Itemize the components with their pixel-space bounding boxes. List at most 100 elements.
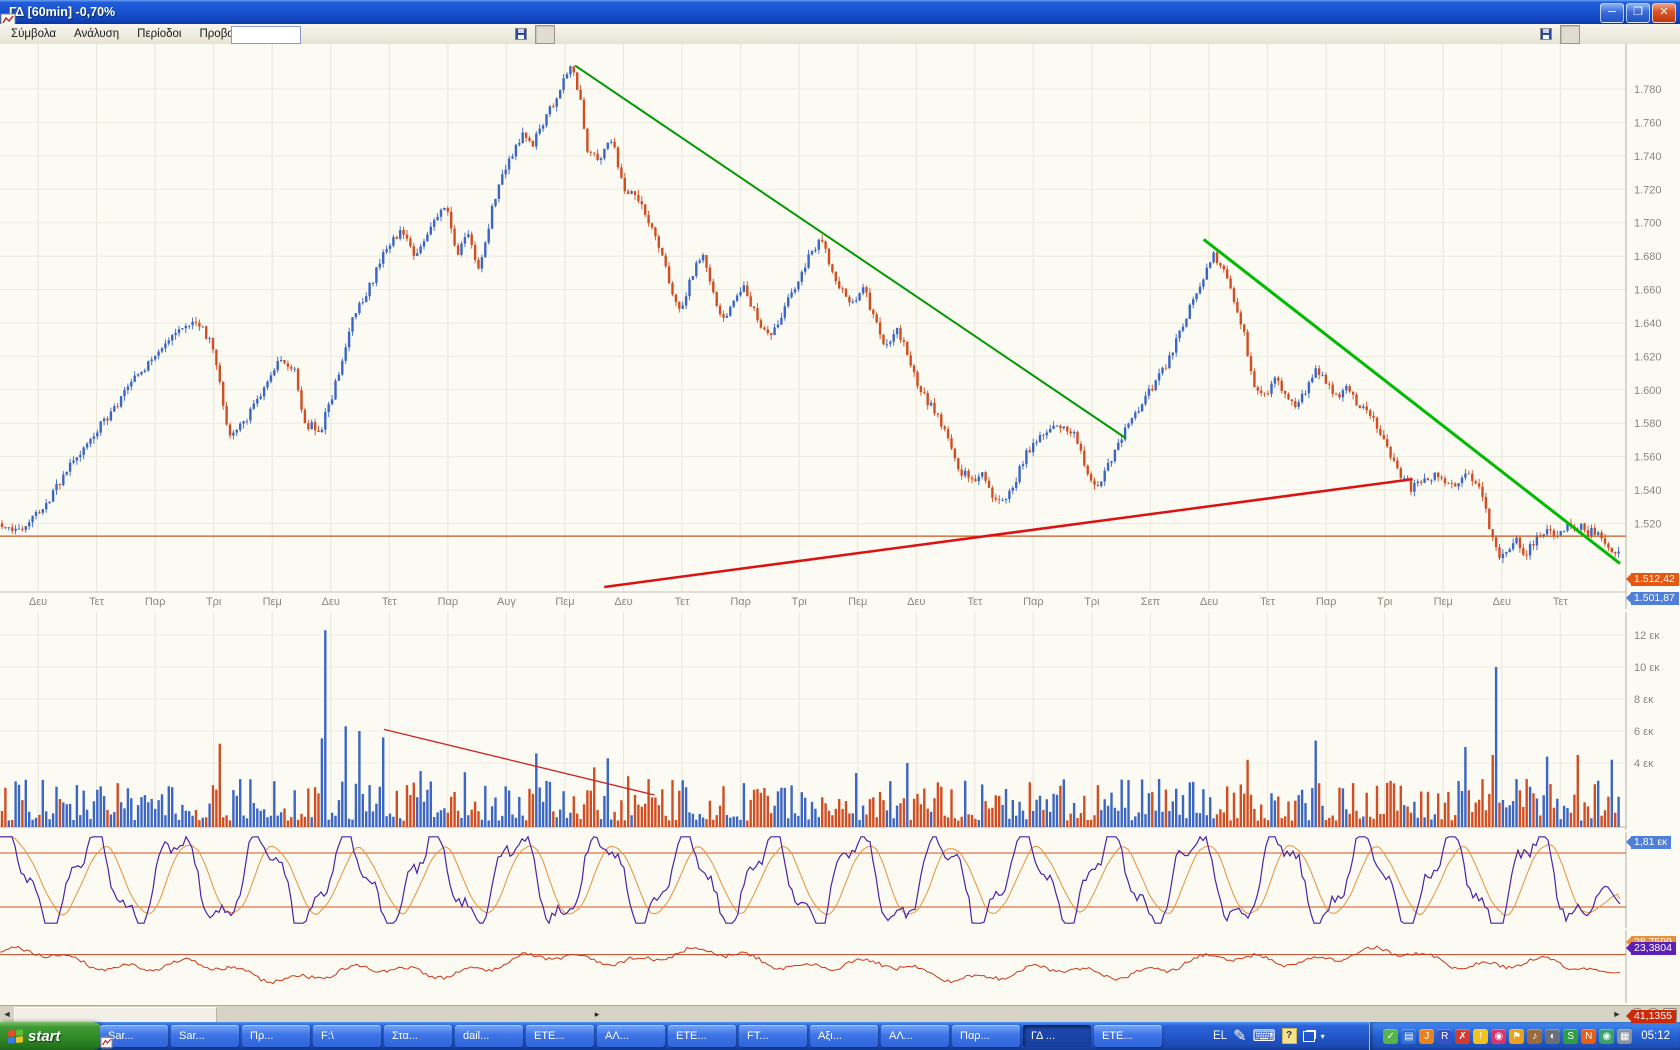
horizontal-scrollbar[interactable]: ◄ ▸ ► − + ↔ (0, 1005, 1680, 1023)
volume-badge: 1,81 εκ (1631, 836, 1671, 849)
date-axis-label: Παρ (730, 596, 751, 608)
start-button[interactable]: start (0, 1022, 104, 1050)
scroll-left-icon[interactable]: ◄ (0, 1007, 14, 1021)
windows-logo-icon (8, 1029, 23, 1044)
language-bar: EL ✎ ⌨ ? ▾ (1213, 1022, 1325, 1050)
date-axis-label: Πεμ (1434, 596, 1453, 608)
save-tool-icon[interactable] (642, 26, 660, 43)
price-axis-tick: 1.660 (1634, 285, 1662, 297)
price-axis-tick: 1.720 (1634, 184, 1662, 196)
date-axis-label: Σεπ (1141, 596, 1161, 608)
taskbar: start Sar...Sar...eΠρ...F:\eΣτα...Wdail.… (0, 1022, 1680, 1050)
grid-tool-icon[interactable] (1625, 26, 1643, 43)
media-icon[interactable]: ♪ (1527, 1029, 1542, 1044)
volume-chart: 12 εκ10 εκ8 εκ6 εκ4 εκ (0, 612, 1680, 830)
stoch-k-badge: 23,3804 (1631, 942, 1676, 955)
language-bar-expand-icon[interactable]: ▾ (1321, 1032, 1325, 1041)
pen-icon[interactable]: ✎ (1233, 1026, 1246, 1046)
date-axis-label: Παρ (438, 596, 459, 608)
save-tool-icon[interactable] (1667, 26, 1680, 43)
magenta-ball-icon[interactable]: ◉ (1491, 1029, 1506, 1044)
scroll-range-marker-icon[interactable]: ▸ (590, 1007, 604, 1021)
date-axis-label: Δευ (1493, 596, 1511, 608)
date-axis-label: Τετ (967, 596, 982, 608)
trendline-tool-icon[interactable] (579, 26, 597, 43)
symbol-input[interactable] (231, 26, 301, 44)
blue-window-icon[interactable]: ▤ (1401, 1029, 1416, 1044)
taskbar-button-8[interactable]: ΑΛ... (597, 1025, 665, 1047)
green-eye-icon[interactable]: ◉ (1599, 1029, 1614, 1044)
security-shield-icon[interactable]: ! (1473, 1029, 1488, 1044)
taskbar-button-15[interactable]: ΕΤΕ... (1094, 1025, 1162, 1047)
taskbar-button-7[interactable]: ΕΤΕ... (526, 1025, 594, 1047)
blue-r-icon[interactable]: R (1437, 1029, 1452, 1044)
taskbar-button-10[interactable]: FT... (739, 1025, 807, 1047)
orange-flag-icon[interactable]: ⚑ (1509, 1029, 1524, 1044)
minimize-button[interactable]: ─ (1600, 3, 1624, 23)
price-axis-tick: 1.540 (1634, 485, 1662, 497)
chart-tool-icon[interactable] (1646, 26, 1664, 43)
menubar: ΣύμβολαΑνάλυσηΠερίοδοιΠροβολή (0, 24, 1680, 45)
date-axis-label: Δευ (907, 596, 925, 608)
date-axis-label: Δευ (614, 596, 632, 608)
red-cross-icon[interactable]: ✗ (1455, 1029, 1470, 1044)
java-icon[interactable]: J (1419, 1029, 1434, 1044)
date-axis-label: Πεμ (263, 596, 282, 608)
rsi-chart (0, 930, 1680, 1003)
trendline-tool-icon[interactable] (1604, 26, 1622, 43)
chart-tool-icon[interactable] (621, 26, 639, 43)
application-window: ΓΔ [60min] -0,70% ─ ❐ ✕ ΣύμβολαΑνάλυσηΠε… (0, 0, 1680, 1050)
date-axis-label: Πεμ (848, 596, 867, 608)
price-chart: 1.7801.7601.7401.7201.7001.6801.6601.640… (0, 44, 1680, 610)
taskbar-button-11[interactable]: Αξι... (810, 1025, 878, 1047)
rectangle-tool-icon[interactable] (1583, 26, 1601, 43)
taskbar-button-12[interactable]: ΑΛ... (881, 1025, 949, 1047)
crosshair-tool-icon[interactable] (1560, 25, 1580, 44)
date-axis-label: Τρι (1084, 596, 1100, 608)
orange-n-icon[interactable]: N (1581, 1029, 1596, 1044)
taskbar-button-6[interactable]: Wdail... (455, 1025, 523, 1047)
language-indicator[interactable]: EL (1213, 1030, 1227, 1042)
date-axis-label: Παρ (145, 596, 166, 608)
price-axis-tick: 1.700 (1634, 218, 1662, 230)
restore-button[interactable]: ❐ (1626, 3, 1650, 23)
grid-tool-icon[interactable] (600, 26, 618, 43)
gray-grid-icon[interactable]: ▦ (1617, 1029, 1632, 1044)
date-axis-label: Τρι (206, 596, 222, 608)
price-axis-tick: 1.560 (1634, 452, 1662, 464)
date-axis-label: Δευ (322, 596, 340, 608)
keyboard-icon[interactable]: ⌨ (1252, 1026, 1275, 1046)
price-axis-tick: 1.620 (1634, 351, 1662, 363)
language-bar-restore-icon[interactable] (1303, 1031, 1315, 1042)
price-axis-tick: 1.600 (1634, 385, 1662, 397)
price-alert-badge: 1.512,42 (1631, 573, 1679, 586)
price-axis-tick: 1.680 (1634, 251, 1662, 263)
price-axis-tick: 1.760 (1634, 117, 1662, 129)
taskbar-button-13[interactable]: Παρ... (952, 1025, 1020, 1047)
taskbar-button-5[interactable]: eΣτα... (384, 1025, 452, 1047)
date-axis-label: Αυγ (497, 596, 516, 608)
taskbar-button-9[interactable]: ΕΤΕ... (668, 1025, 736, 1047)
close-button[interactable]: ✕ (1652, 3, 1676, 23)
taskbar-button-14[interactable]: ΓΔ ... (1023, 1025, 1091, 1047)
help-icon[interactable]: ? (1282, 1028, 1297, 1044)
gray-ball-icon[interactable]: ◐ (1545, 1029, 1560, 1044)
date-axis-label: Τρι (1377, 596, 1393, 608)
scroll-right-icon[interactable]: ► (1610, 1007, 1624, 1021)
taskbar-button-4[interactable]: F:\ (313, 1025, 381, 1047)
taskbar-button-3[interactable]: eΠρ... (242, 1025, 310, 1047)
rectangle-tool-icon[interactable] (558, 26, 576, 43)
date-axis-label: Πεμ (555, 596, 574, 608)
scrollbar-thumb[interactable] (14, 1007, 217, 1023)
green-utility-icon[interactable]: ✓ (1383, 1029, 1398, 1044)
menu-periods[interactable]: Περίοδοι (128, 26, 190, 42)
date-axis-label: Τετ (1260, 596, 1275, 608)
date-axis-label: Τετ (675, 596, 690, 608)
menu-analysis[interactable]: Ανάλυση (65, 26, 128, 42)
crosshair-tool-icon[interactable] (535, 25, 555, 44)
price-axis-tick: 1.640 (1634, 318, 1662, 330)
volume-axis-tick: 8 εκ (1634, 694, 1654, 706)
green-s-icon[interactable]: S (1563, 1029, 1578, 1044)
taskbar-button-2[interactable]: Sar... (171, 1025, 239, 1047)
menu-symbols[interactable]: Σύμβολα (2, 26, 65, 42)
